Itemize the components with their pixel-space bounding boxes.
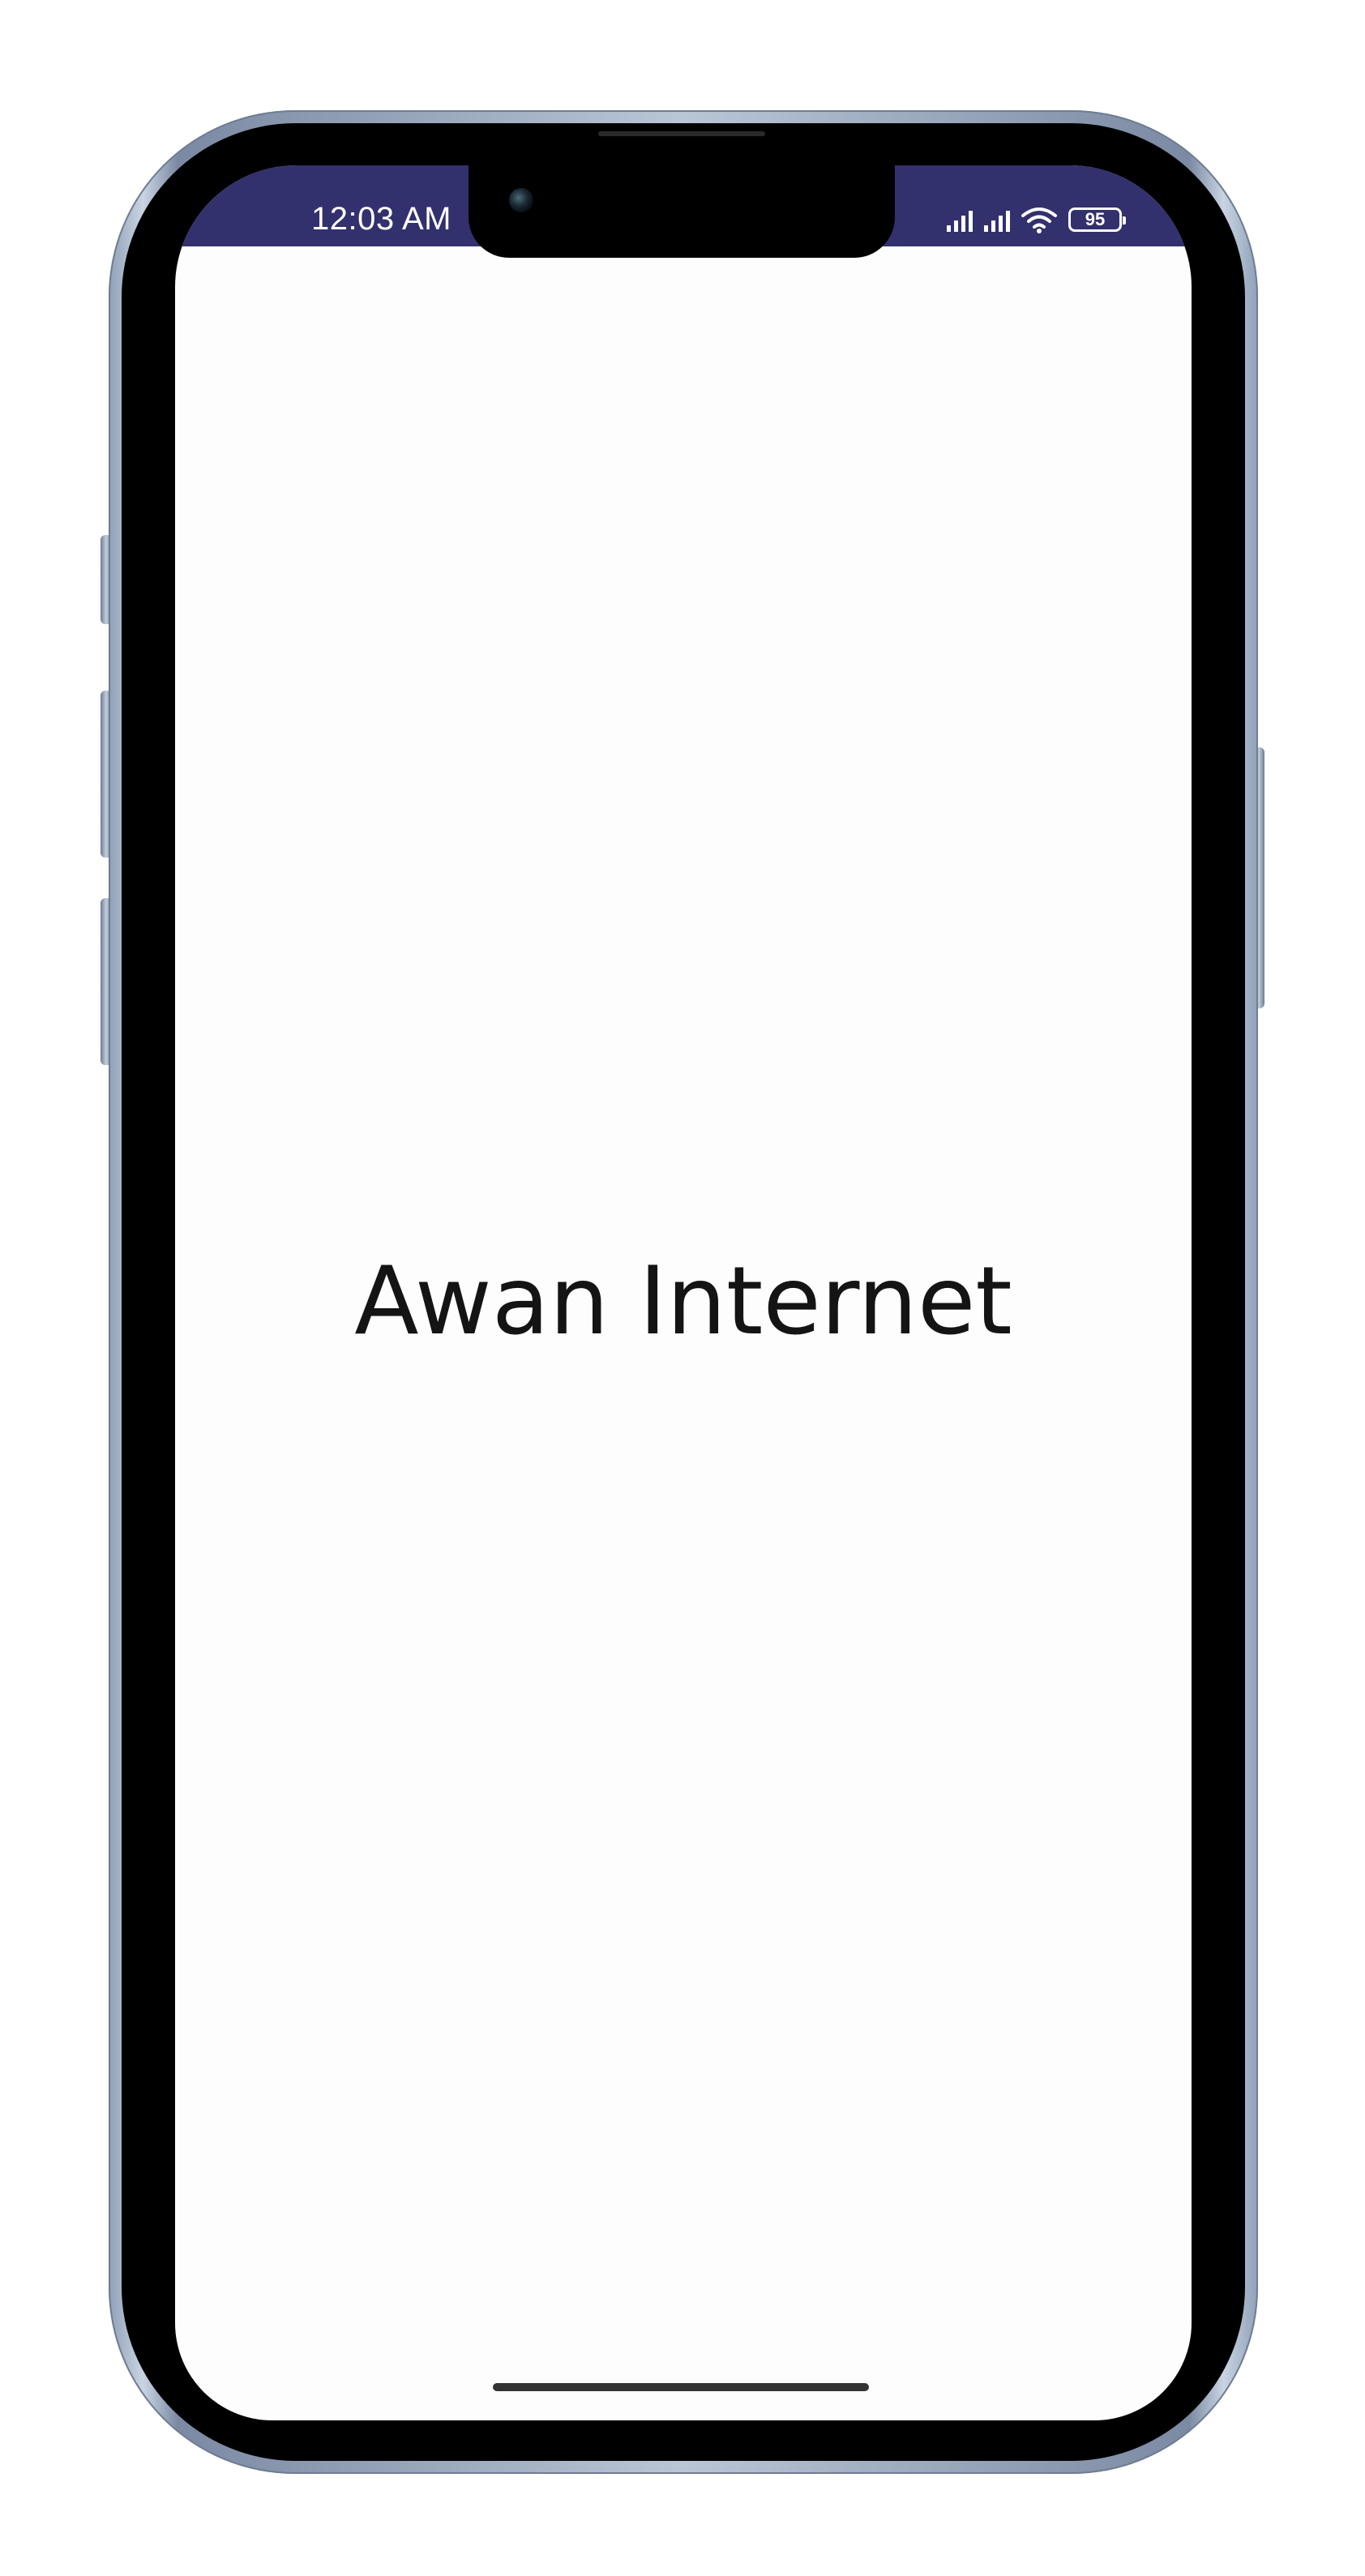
battery-icon: 95: [1068, 208, 1126, 232]
signal-2-icon: [984, 208, 1010, 232]
battery-level: 95: [1085, 209, 1106, 229]
phone-screen: 12:03 AM 95 Awan Internet: [175, 165, 1192, 2420]
status-time: 12:03 AM: [311, 201, 452, 237]
wifi-icon: [1021, 208, 1057, 233]
app-title: Awan Internet: [354, 1247, 1012, 1356]
notch: [469, 165, 895, 258]
signal-1-icon: [947, 208, 973, 232]
status-icons: 95: [947, 201, 1126, 238]
earpiece-speaker: [598, 131, 765, 136]
home-indicator[interactable]: [493, 2383, 869, 2391]
front-camera-icon: [509, 188, 533, 212]
